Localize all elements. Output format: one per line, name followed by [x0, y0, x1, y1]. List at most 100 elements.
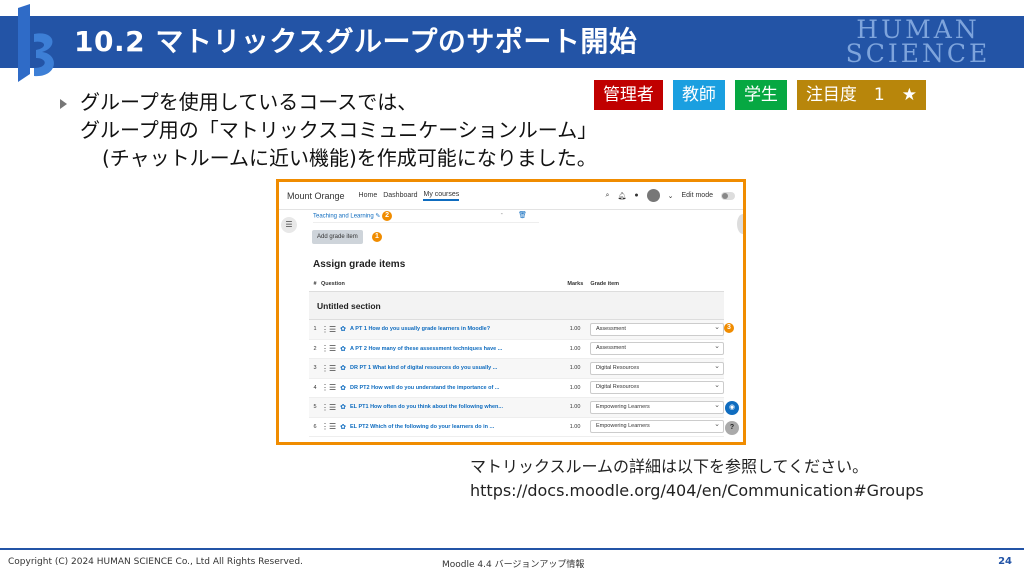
question-link[interactable]: EL PT1 How often do you think about the …	[350, 404, 503, 410]
table-header: # Question Marks Grade item	[309, 276, 724, 292]
row-num: 2	[313, 345, 317, 352]
row-question: ⋮☰ ✿ A PT 2 How many of these assessment t…	[321, 344, 560, 353]
col-marks: Marks	[567, 280, 584, 287]
row-question: ⋮☰ ✿ EL PT2 Which of the following do your…	[321, 422, 560, 431]
drawer-menu-icon[interactable]: ☰	[281, 217, 297, 233]
question-link[interactable]: A PT 2 How many of these assessment tech…	[350, 346, 502, 352]
chat-icon[interactable]: ●	[634, 192, 638, 199]
avatar[interactable]	[646, 189, 660, 202]
row-marks: 1.00	[569, 404, 581, 411]
badge-attention: 注目度 1 ★	[796, 80, 926, 110]
drag-handle-icon[interactable]: ⋮☰	[321, 403, 336, 412]
nav-home[interactable]: Home	[359, 192, 378, 199]
col-num: #	[313, 280, 317, 287]
grade-item-select[interactable]: Assessment	[590, 322, 724, 336]
company-logo-icon	[18, 4, 54, 82]
callout-badge-2: 2	[382, 211, 393, 221]
row-num: 4	[313, 384, 317, 391]
question-link[interactable]: DR PT2 How well do you understand the im…	[350, 385, 499, 391]
table-row: 2 ⋮☰ ✿ A PT 2 How many of these assessment…	[309, 340, 724, 359]
table-row: 3 ⋮☰ ✿ DR PT 1 What kind of digital resour…	[309, 359, 724, 379]
teaching-learning-link[interactable]: Teaching and Learning	[313, 214, 374, 220]
drag-handle-icon[interactable]: ⋮☰	[321, 364, 336, 373]
grade-item-select[interactable]: Digital Resources	[590, 361, 724, 375]
row-marks: 1.00	[569, 326, 581, 333]
bullet-text: グループを使用しているコースでは、 グループ用の「マトリックスコミュニケーション…	[80, 88, 597, 172]
table-row: 1 ⋮☰ ✿ A PT 1 How do you usually grade lea…	[309, 320, 734, 340]
grade-items-table: # Question Marks Grade item Untitled sec…	[309, 276, 734, 437]
nav-my-courses[interactable]: My courses	[423, 191, 460, 201]
row-num: 1	[313, 326, 317, 333]
callout-badge-1: 1	[372, 232, 382, 242]
gear-icon: ✿	[340, 404, 346, 412]
badge-teacher: 教師	[672, 80, 725, 110]
docs-url-link[interactable]: https://docs.moodle.org/404/en/Communica…	[470, 479, 924, 503]
footer-divider	[0, 548, 1024, 550]
grade-item-select[interactable]: Digital Resources	[590, 380, 724, 395]
row-marks: 1.00	[569, 365, 581, 372]
col-grade-item: Grade item	[590, 280, 620, 287]
drag-handle-icon[interactable]: ⋮☰	[321, 325, 336, 334]
nav-dashboard[interactable]: Dashboard	[383, 192, 417, 199]
page-number: 24	[998, 556, 1012, 567]
drag-handle-icon[interactable]: ⋮☰	[321, 422, 336, 431]
moodle-screenshot: Mount Orange Home Dashboard My courses ⌕…	[276, 179, 746, 445]
table-body: 1 ⋮☰ ✿ A PT 1 How do you usually grade lea…	[309, 320, 734, 437]
section-subline: Teaching and Learning ✎ 2 - 🗑︎	[313, 211, 539, 223]
drag-handle-icon[interactable]: ⋮☰	[321, 344, 336, 353]
grade-item-select[interactable]: Assessment	[590, 341, 724, 356]
untitled-section-row: Untitled section	[309, 292, 724, 320]
gear-icon: ✿	[340, 365, 346, 373]
table-row: 6 ⋮☰ ✿ EL PT2 Which of the following do yo…	[309, 418, 724, 437]
badge-student: 学生	[734, 80, 787, 110]
row-grade: Empowering Learners	[590, 400, 724, 414]
col-question: Question	[320, 280, 345, 287]
footer-copyright: Copyright (C) 2024 HUMAN SCIENCE Co., Lt…	[8, 557, 303, 567]
moodle-navbar: Mount Orange Home Dashboard My courses ⌕…	[279, 182, 743, 210]
pencil-icon[interactable]: ✎	[375, 214, 380, 220]
question-link[interactable]: EL PT2 Which of the following do your le…	[350, 424, 494, 430]
question-link[interactable]: A PT 1 How do you usually grade learners…	[350, 326, 490, 332]
right-drawer-handle[interactable]	[737, 214, 743, 234]
row-num: 6	[313, 423, 317, 430]
dash-text: -	[500, 211, 503, 218]
edit-mode-label: Edit mode	[681, 192, 713, 199]
assign-grade-items-heading: Assign grade items	[313, 259, 406, 270]
badge-admin: 管理者	[593, 80, 663, 110]
add-grade-item-button[interactable]: Add grade item	[312, 230, 363, 244]
row-grade: Assessment	[590, 341, 724, 356]
row-marks: 1.00	[569, 345, 581, 352]
gear-icon: ✿	[340, 384, 346, 392]
trash-icon[interactable]: 🗑︎	[518, 211, 527, 219]
row-question: ⋮☰ ✿ DR PT2 How well do you understand the…	[321, 383, 560, 392]
help-button[interactable]: ?	[725, 421, 739, 435]
row-question: ⋮☰ ✿ EL PT1 How often do you think about t…	[321, 403, 560, 412]
bullet-arrow-icon	[60, 99, 67, 109]
gear-icon: ✿	[340, 345, 346, 353]
edit-mode-toggle[interactable]	[721, 191, 735, 200]
bell-icon[interactable]: 🔔︎	[617, 192, 626, 200]
note-line-1: マトリックスルームの詳細は以下を参照してください。	[470, 457, 869, 476]
search-icon[interactable]: ⌕	[606, 192, 610, 200]
brand-line-2: SCIENCE	[845, 39, 991, 68]
row-num: 3	[313, 365, 317, 372]
row-grade: Assessment	[590, 322, 724, 336]
messaging-chat-icon[interactable]: ◉	[725, 401, 739, 415]
navbar-right: ⌕ 🔔︎ ● ⌄ Edit mode	[606, 189, 735, 202]
question-link[interactable]: DR PT 1 What kind of digital resources d…	[350, 365, 497, 371]
bullet-line-2: グループ用の「マトリックスコミュニケーションルーム」	[80, 118, 598, 142]
grade-item-select[interactable]: Empowering Learners	[590, 419, 724, 434]
site-name[interactable]: Mount Orange	[287, 191, 345, 201]
role-badges: 管理者 教師 学生 注目度 1 ★	[593, 80, 926, 110]
reference-note: マトリックスルームの詳細は以下を参照してください。 https://docs.m…	[470, 455, 924, 503]
drag-handle-icon[interactable]: ⋮☰	[321, 383, 336, 392]
row-question: ⋮☰ ✿ A PT 1 How do you usually grade learn…	[321, 325, 560, 334]
row-grade: Empowering Learners	[590, 419, 724, 434]
bullet-line-3: (チャットルームに近い機能)を作成可能になりました。	[102, 146, 597, 170]
chevron-down-icon[interactable]: ⌄	[668, 192, 674, 200]
row-marks: 1.00	[569, 384, 581, 391]
grade-item-select[interactable]: Empowering Learners	[590, 400, 724, 414]
gear-icon: ✿	[340, 423, 346, 431]
row-num: 5	[313, 404, 317, 411]
gear-icon: ✿	[340, 326, 346, 334]
